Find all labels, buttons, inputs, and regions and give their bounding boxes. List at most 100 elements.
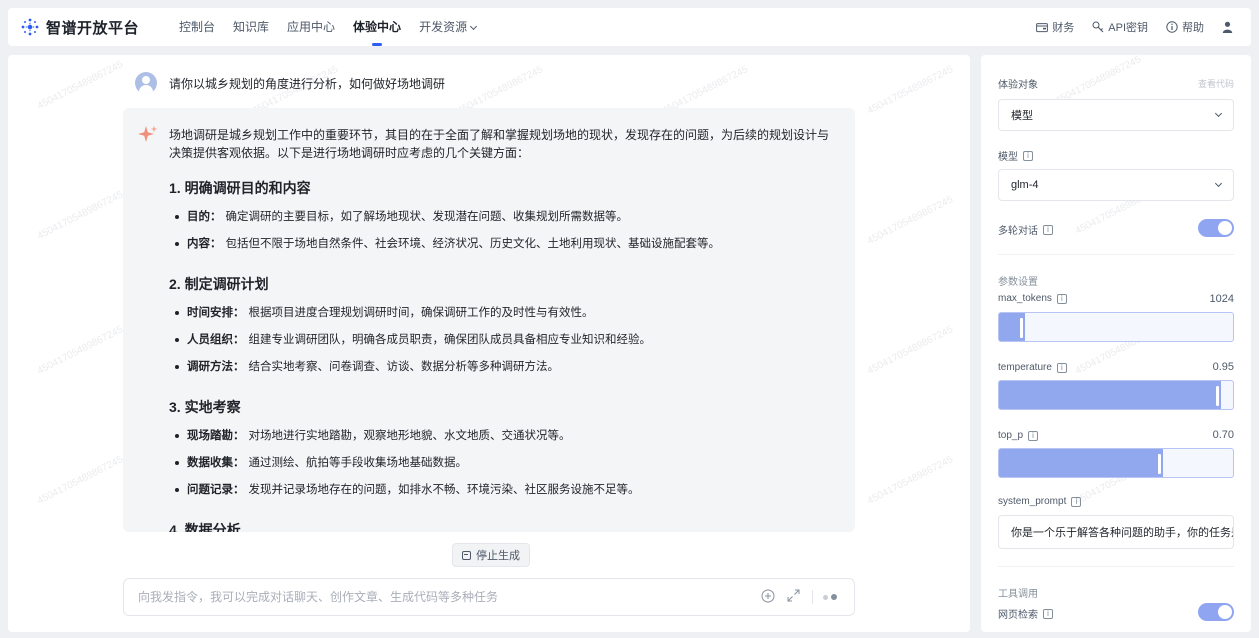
- user-icon: [1222, 21, 1233, 33]
- watermark: 45041705489867245: [35, 59, 125, 112]
- nav-app-center[interactable]: 应用中心: [278, 8, 344, 46]
- chat-panel: 45041705489867245 45041705489867245 4504…: [8, 55, 970, 632]
- divider: [998, 254, 1234, 255]
- watermark: 45041705489867245: [865, 194, 955, 247]
- help-link[interactable]: 帮助: [1166, 19, 1204, 35]
- add-icon[interactable]: [761, 589, 775, 606]
- list-item: 数据收集： 通过测绘、航拍等手段收集场地基础数据。: [169, 450, 855, 477]
- watermark: 45041705489867245: [865, 64, 955, 117]
- key-icon: [1092, 21, 1104, 33]
- info-icon[interactable]: i: [1043, 608, 1053, 619]
- info-icon[interactable]: i: [1056, 362, 1067, 373]
- assistant-answer: 场地调研是城乡规划工作中的重要环节，其目的在于全面了解和掌握规划场地的现状，发现…: [123, 108, 855, 532]
- list-item-term: 问题记录：: [187, 484, 245, 496]
- user-message-row: 请你以城乡规划的角度进行分析，如何做好场地调研: [135, 72, 445, 94]
- user-message: 请你以城乡规划的角度进行分析，如何做好场地调研: [169, 76, 446, 91]
- chevron-down-icon: [470, 22, 478, 31]
- list-item-term: 时间安排：: [187, 307, 245, 319]
- param-label: top_p i: [998, 430, 1039, 441]
- list-item-text: 包括但不限于场地自然条件、社会环境、经济状况、历史文化、土地利用现状、基础设施配…: [225, 238, 721, 250]
- watermark: 45041705489867245: [35, 454, 125, 507]
- web-search-label: 网页检索 i: [998, 606, 1053, 621]
- info-icon[interactable]: i: [1043, 224, 1053, 235]
- nav-dev-resources-label: 开发资源: [419, 20, 468, 34]
- sparkle-icon: [137, 124, 159, 149]
- brand-logo[interactable]: 智谱开放平台: [20, 17, 170, 38]
- list-item-text: 组建专业调研团队，明确各成员职责，确保团队成员具备相应专业知识和经验。: [248, 334, 652, 346]
- user-avatar: [135, 72, 157, 94]
- info-icon[interactable]: i: [1056, 293, 1067, 304]
- slider-handle[interactable]: [1216, 386, 1220, 406]
- user-menu[interactable]: [1222, 21, 1237, 33]
- stop-icon: [462, 550, 471, 560]
- list-item-term: 人员组织：: [187, 334, 245, 346]
- chat-input[interactable]: [138, 590, 761, 604]
- bullet-list: 时间安排： 根据项目进度合理规划调研时间，确保调研工作的及时性与有效性。 人员组织…: [169, 300, 855, 381]
- nav-console[interactable]: 控制台: [170, 8, 224, 46]
- param-label: temperature i: [998, 362, 1067, 373]
- system-prompt-label: system_prompt i: [998, 496, 1082, 507]
- param-value: 0.70: [1212, 429, 1234, 441]
- params-title: 参数设置: [998, 277, 1038, 288]
- bullet-list: 目的： 确定调研的主要目标，如了解场地现状、发现潜在问题、收集规划所需数据等。 内…: [169, 204, 855, 258]
- model-label: 模型 i: [998, 148, 1033, 163]
- info-icon[interactable]: i: [1028, 430, 1039, 441]
- list-item: 调研方法： 结合实地考察、问卷调查、访谈、数据分析等多种调研方法。: [169, 354, 855, 381]
- model-select[interactable]: glm-4: [998, 169, 1234, 201]
- list-item-text: 确定调研的主要目标，如了解场地现状、发现潜在问题、收集规划所需数据等。: [225, 211, 629, 223]
- target-select-value: 模型: [1011, 110, 1033, 122]
- list-item-text: 根据项目进度合理规划调研时间，确保调研工作的及时性与有效性。: [248, 307, 594, 319]
- web-search-toggle[interactable]: [1198, 603, 1234, 621]
- watermark: 45041705489867245: [35, 324, 125, 377]
- api-key-link[interactable]: API密钥: [1092, 19, 1148, 35]
- list-item-text: 发现并记录场地存在的问题，如排水不畅、环境污染、社区服务设施不足等。: [248, 484, 640, 496]
- expand-icon[interactable]: [787, 589, 800, 605]
- send-loading-icon[interactable]: [823, 594, 840, 600]
- help-label: 帮助: [1182, 22, 1204, 34]
- info-icon[interactable]: i: [1071, 496, 1082, 507]
- finance-label: 财务: [1052, 22, 1075, 34]
- list-item-term: 调研方法：: [187, 361, 245, 373]
- list-item: 目的： 确定调研的主要目标，如了解场地现状、发现潜在问题、收集规划所需数据等。: [169, 204, 855, 231]
- watermark: 45041705489867245: [865, 324, 955, 377]
- list-item-term: 目的：: [187, 211, 222, 223]
- model-select-value: glm-4: [1011, 179, 1039, 191]
- user-nav: 财务 API密钥 帮助: [1018, 19, 1237, 35]
- view-code-link[interactable]: 查看代码: [1198, 77, 1234, 90]
- api-key-label: API密钥: [1108, 22, 1148, 34]
- stop-generating-button[interactable]: 停止生成: [452, 543, 530, 567]
- section-title: 3. 实地考察: [169, 399, 241, 415]
- temperature-slider[interactable]: [998, 380, 1234, 410]
- multi-turn-toggle[interactable]: [1198, 219, 1234, 237]
- brand-name: 智谱开放平台: [46, 19, 140, 37]
- top-p-slider[interactable]: [998, 448, 1234, 478]
- finance-link[interactable]: 财务: [1036, 19, 1074, 35]
- help-icon: [1166, 21, 1178, 33]
- param-name: max_tokens: [998, 293, 1052, 304]
- list-item-text: 通过测绘、航拍等手段收集场地基础数据。: [248, 457, 468, 469]
- list-item-text: 结合实地考察、问卷调查、访谈、数据分析等多种调研方法。: [248, 361, 560, 373]
- list-item: 现场踏勘： 对场地进行实地踏勘，观察地形地貌、水文地质、交通状况等。: [169, 423, 855, 450]
- param-name: temperature: [998, 362, 1052, 373]
- list-item: 内容： 包括但不限于场地自然条件、社会环境、经济状况、历史文化、土地利用现状、基础…: [169, 231, 855, 258]
- param-label: max_tokens i: [998, 293, 1067, 304]
- nav-knowledge-base[interactable]: 知识库: [224, 8, 278, 46]
- system-prompt-input[interactable]: 你是一个乐于解答各种问题的助手，你的任务是: [998, 515, 1234, 549]
- list-item: 人员组织： 组建专业调研团队，明确各成员职责，确保团队成员具备相应专业知识和经验。: [169, 327, 855, 354]
- list-item: 问题记录： 发现并记录场地存在的问题，如排水不畅、环境污染、社区服务设施不足等。: [169, 477, 855, 504]
- info-icon[interactable]: i: [1023, 150, 1033, 161]
- slider-handle[interactable]: [1019, 318, 1023, 338]
- main-nav: 控制台 知识库 应用中心 体验中心 开发资源: [170, 8, 485, 46]
- stop-generating-label: 停止生成: [476, 550, 520, 562]
- nav-experience-center[interactable]: 体验中心: [344, 8, 410, 46]
- list-item-term: 数据收集：: [187, 457, 245, 469]
- target-select[interactable]: 模型: [998, 99, 1234, 131]
- nav-dev-resources[interactable]: 开发资源: [410, 8, 485, 46]
- max-tokens-slider[interactable]: [998, 312, 1234, 342]
- param-name: top_p: [998, 430, 1024, 441]
- watermark: 45041705489867245: [865, 454, 955, 507]
- chevron-down-icon: [1214, 179, 1223, 187]
- slider-handle[interactable]: [1157, 454, 1161, 474]
- param-value: 1024: [1209, 293, 1234, 305]
- slider-fill: [999, 449, 1163, 477]
